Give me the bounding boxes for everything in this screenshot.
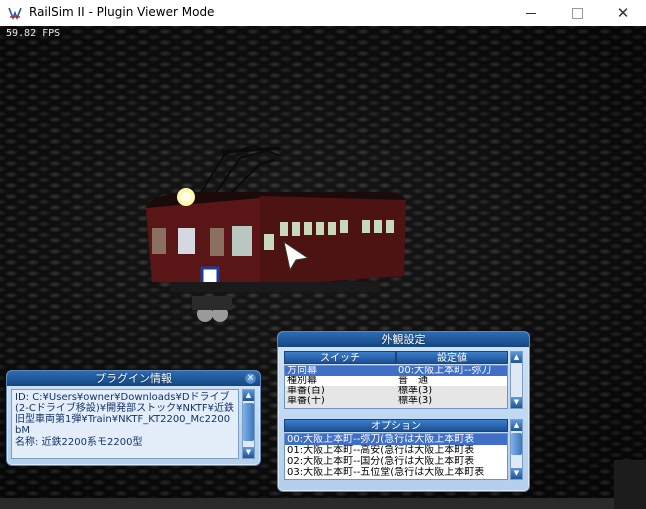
- close-icon: ✕: [616, 3, 630, 22]
- switch-value: 00:大阪上本町--弥刀: [398, 366, 492, 376]
- fps-counter: 59.82 FPS: [6, 28, 61, 39]
- switch-row[interactable]: 車番(十) 標準(3): [285, 396, 507, 406]
- options-list[interactable]: 00:大阪上本町--弥刀(急行は大阪上本町表 01:大阪上本町--高安(急行は大…: [284, 433, 508, 480]
- option-item[interactable]: 00:大阪上本町--弥刀(急行は大阪上本町表: [285, 434, 507, 445]
- scroll-down-arrow-icon[interactable]: ▼: [243, 447, 254, 458]
- title-bar[interactable]: RailSim II - Plugin Viewer Mode ✕: [0, 0, 646, 27]
- switch-row[interactable]: 車番(百) 標準(3): [285, 386, 507, 396]
- close-icon[interactable]: ×: [245, 373, 256, 384]
- switch-value: 標準(3): [398, 396, 433, 406]
- appearance-settings-panel[interactable]: 外観設定 スイッチ 設定値 方向幕 00:大阪上本町--弥刀 種別幕 普 通 車…: [277, 331, 530, 492]
- background-corner: [614, 460, 646, 509]
- switch-value: 標準(3): [398, 386, 433, 396]
- switch-list-scrollbar[interactable]: ▲ ▼: [510, 351, 523, 409]
- switch-value: 普 通: [398, 376, 428, 386]
- switch-row[interactable]: 方向幕 00:大阪上本町--弥刀: [285, 366, 507, 376]
- pantograph: [199, 144, 281, 195]
- window-title: RailSim II - Plugin Viewer Mode: [29, 5, 215, 19]
- plugin-name: 名称: 近鉄2200系モ2200型: [15, 437, 143, 448]
- background-strip: [0, 498, 646, 509]
- plugin-id: ID: C:¥Users¥owner¥Downloads¥Dドライブ(2-Cドラ…: [15, 392, 234, 436]
- options-header: オプション: [284, 419, 508, 432]
- switch-name: 方向幕: [287, 366, 317, 376]
- scroll-up-arrow-icon[interactable]: ▲: [243, 390, 254, 401]
- switch-list[interactable]: 方向幕 00:大阪上本町--弥刀 種別幕 普 通 車番(百) 標準(3) 車番(…: [284, 365, 508, 409]
- train-model: [146, 144, 407, 322]
- appearance-title: 外観設定: [278, 332, 529, 347]
- option-item[interactable]: 03:大阪上本町--五位堂(急行は大阪上本町表: [285, 467, 507, 478]
- maximize-button[interactable]: [554, 0, 600, 26]
- switch-name: 車番(百): [287, 386, 325, 396]
- scroll-thumb[interactable]: [243, 403, 254, 441]
- minimize-button[interactable]: [508, 0, 554, 26]
- plugin-info-panel[interactable]: プラグイン情報 × ID: C:¥Users¥owner¥Downloads¥D…: [6, 370, 261, 466]
- switch-name: 種別幕: [287, 376, 317, 386]
- switch-name: 車番(十): [287, 396, 325, 406]
- scroll-up-arrow-icon[interactable]: ▲: [511, 352, 522, 363]
- column-header-value[interactable]: 設定値: [396, 351, 508, 364]
- option-item[interactable]: 02:大阪上本町--国分(急行は大阪上本町表: [285, 456, 507, 467]
- plugin-info-text: ID: C:¥Users¥owner¥Downloads¥Dドライブ(2-Cドラ…: [11, 389, 239, 459]
- railsim-app-icon: [8, 6, 22, 21]
- maximize-icon: [571, 7, 583, 19]
- options-list-scrollbar[interactable]: ▲ ▼: [510, 419, 523, 480]
- switch-table-header: スイッチ 設定値: [284, 351, 508, 364]
- scroll-up-arrow-icon[interactable]: ▲: [511, 420, 522, 431]
- plugin-info-scrollbar[interactable]: ▲ ▼: [242, 389, 255, 459]
- option-item[interactable]: 01:大阪上本町--高安(急行は大阪上本町表: [285, 445, 507, 456]
- minimize-icon: [526, 12, 536, 14]
- scroll-thumb[interactable]: [511, 433, 522, 455]
- switch-row[interactable]: 種別幕 普 通: [285, 376, 507, 386]
- column-header-switch[interactable]: スイッチ: [284, 351, 396, 364]
- scroll-down-arrow-icon[interactable]: ▼: [511, 397, 522, 408]
- window-close-button[interactable]: ✕: [600, 0, 646, 26]
- scroll-down-arrow-icon[interactable]: ▼: [511, 468, 522, 479]
- plugin-info-title: プラグイン情報: [7, 371, 260, 386]
